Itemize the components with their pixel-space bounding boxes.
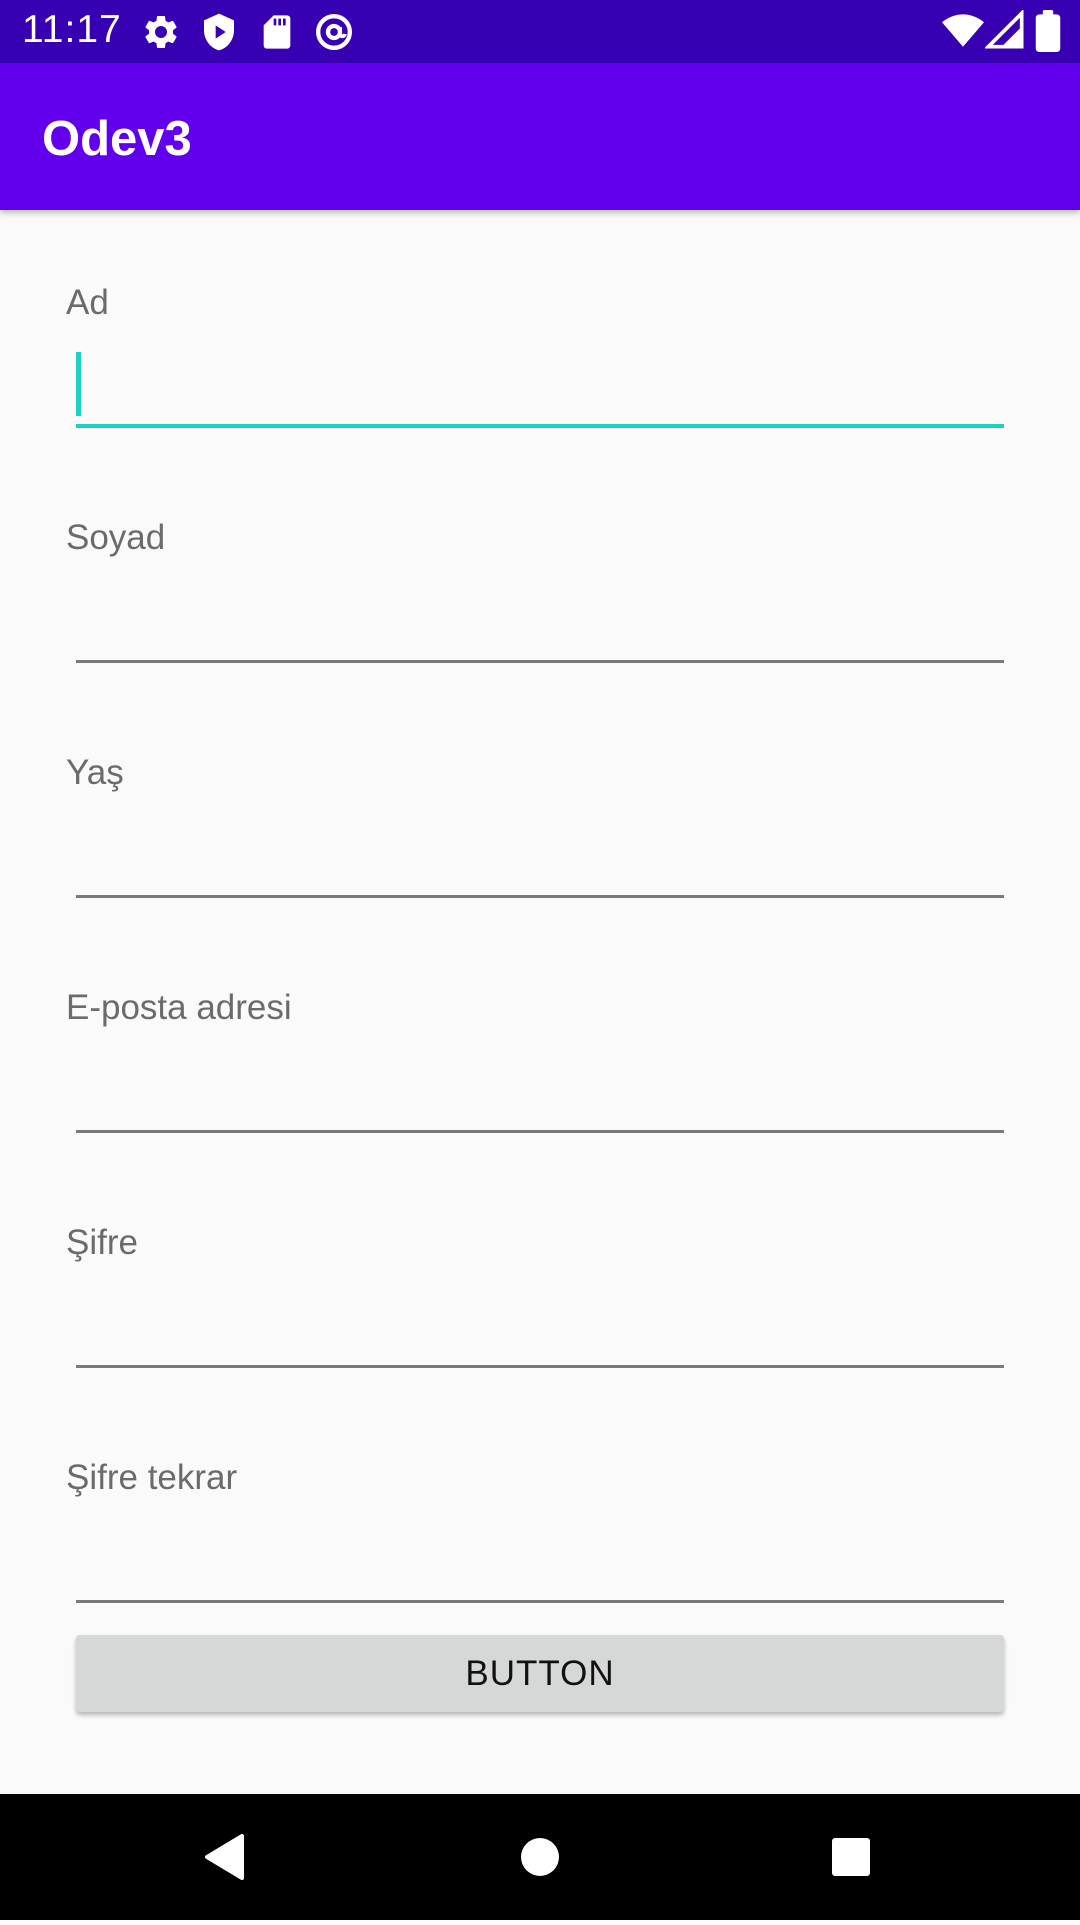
text-caret: [76, 352, 81, 416]
password-label: Şifre: [66, 1223, 138, 1262]
home-icon: [521, 1838, 559, 1876]
navigation-bar: [0, 1794, 1080, 1920]
shield-play-icon: [199, 12, 239, 57]
status-time: 11:17: [22, 8, 122, 51]
home-button[interactable]: [460, 1794, 620, 1920]
recents-icon: [832, 1838, 870, 1876]
last-name-input[interactable]: [76, 588, 1004, 663]
email-input[interactable]: [76, 1058, 1004, 1133]
signal-icon: [983, 8, 1025, 55]
password-input[interactable]: [76, 1293, 1004, 1368]
submit-button[interactable]: BUTTON: [76, 1635, 1004, 1712]
back-button[interactable]: [145, 1794, 305, 1920]
status-bar: 11:17: [0, 0, 1080, 63]
back-icon: [205, 1834, 244, 1880]
first-name-input[interactable]: [76, 352, 1004, 428]
at-sign-icon: [314, 12, 354, 57]
recents-button[interactable]: [771, 1794, 931, 1920]
app-bar: Odev3: [0, 63, 1080, 210]
app-title: Odev3: [42, 112, 192, 166]
age-input[interactable]: [76, 823, 1004, 898]
last-name-label: Soyad: [66, 518, 166, 557]
age-label: Yaş: [66, 753, 124, 792]
sd-card-icon: [257, 12, 297, 57]
wifi-icon: [942, 10, 984, 57]
password-repeat-label: Şifre tekrar: [66, 1458, 238, 1497]
battery-icon: [1031, 10, 1065, 57]
password-repeat-input[interactable]: [76, 1528, 1004, 1603]
gear-icon: [141, 12, 181, 57]
first-name-label: Ad: [66, 283, 109, 322]
email-label: E-posta adresi: [66, 988, 292, 1027]
